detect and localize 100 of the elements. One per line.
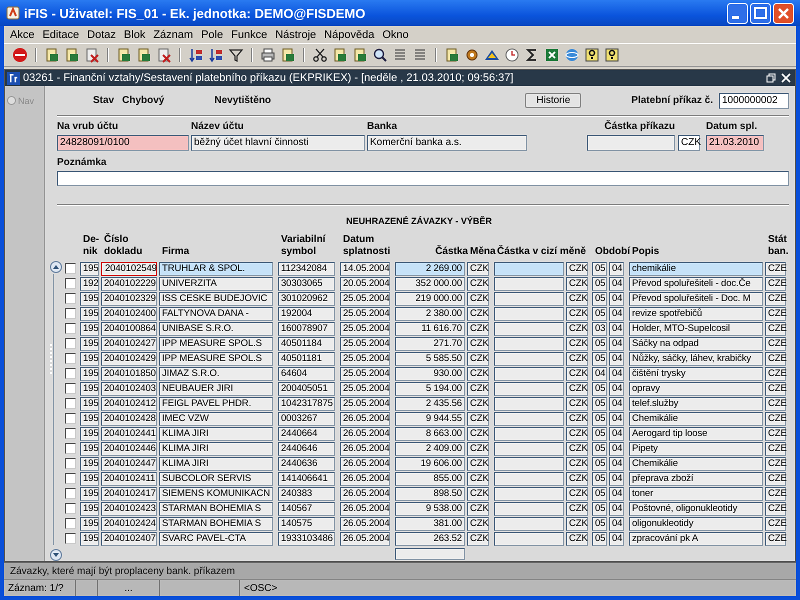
foreign-amount-cell[interactable] xyxy=(494,516,564,530)
due-date-cell[interactable]: 25.05.2004 xyxy=(340,352,390,366)
checkbox[interactable] xyxy=(65,383,76,394)
input-field[interactable]: běžný účet hlavní činnosti xyxy=(191,134,365,151)
currency-cell[interactable]: CZK xyxy=(566,456,588,470)
period-cell[interactable]: 04 xyxy=(609,366,624,380)
currency-cell[interactable]: CZK xyxy=(467,306,489,320)
checkbox[interactable] xyxy=(65,488,76,499)
document-number-cell[interactable]: 2040102441 xyxy=(101,426,157,440)
journal-cell[interactable]: 195 xyxy=(80,382,99,396)
period-cell[interactable]: 05 xyxy=(592,292,607,306)
period-cell[interactable]: 04 xyxy=(609,532,624,546)
description-cell[interactable]: chemikálie xyxy=(629,262,763,276)
printer-icon[interactable] xyxy=(260,47,276,63)
period-cell[interactable]: 04 xyxy=(609,292,624,306)
currency-cell[interactable]: CZK xyxy=(566,352,588,366)
period-cell[interactable]: 04 xyxy=(609,336,624,350)
clock-icon[interactable] xyxy=(504,47,520,63)
menu-item[interactable]: Editace xyxy=(42,28,80,40)
journal-cell[interactable]: 195 xyxy=(80,292,99,306)
due-date-cell[interactable]: 26.05.2004 xyxy=(340,426,390,440)
input-field[interactable]: 21.03.2010 xyxy=(706,134,764,151)
company-cell[interactable]: STARMAN BOHEMIA S xyxy=(159,516,273,530)
variable-symbol-cell[interactable]: 240383 xyxy=(278,486,335,500)
company-cell[interactable]: UNIBASE S.R.O. xyxy=(159,322,273,336)
checkbox[interactable] xyxy=(65,353,76,364)
period-cell[interactable]: 05 xyxy=(592,336,607,350)
currency-cell[interactable]: CZK xyxy=(467,276,489,290)
filter-icon[interactable] xyxy=(228,47,244,63)
currency-cell[interactable]: CZK xyxy=(467,336,489,350)
journal-cell[interactable]: 195 xyxy=(80,472,99,486)
due-date-cell[interactable]: 25.05.2004 xyxy=(340,322,390,336)
due-date-cell[interactable]: 26.05.2004 xyxy=(340,532,390,546)
checkbox[interactable] xyxy=(65,398,76,409)
variable-symbol-cell[interactable]: 140567 xyxy=(278,502,335,516)
period-cell[interactable]: 05 xyxy=(592,516,607,530)
amount-cell[interactable]: 855.00 xyxy=(395,472,465,486)
country-cell[interactable]: CZE xyxy=(765,516,786,530)
journal-cell[interactable]: 195 xyxy=(80,412,99,426)
document-number-cell[interactable]: 2040102417 xyxy=(101,486,157,500)
company-cell[interactable]: NEUBAUER JIRI xyxy=(159,382,273,396)
period-cell[interactable]: 05 xyxy=(592,262,607,276)
currency-cell[interactable]: CZK xyxy=(467,486,489,500)
checkbox[interactable] xyxy=(65,293,76,304)
period-cell[interactable]: 04 xyxy=(609,382,624,396)
country-cell[interactable]: CZE xyxy=(765,486,786,500)
company-cell[interactable]: JIMAZ S.R.O. xyxy=(159,366,273,380)
country-cell[interactable]: CZE xyxy=(765,412,786,426)
due-date-cell[interactable]: 26.05.2004 xyxy=(340,412,390,426)
amount-cell[interactable]: 930.00 xyxy=(395,366,465,380)
menu-item[interactable]: Akce xyxy=(10,28,34,40)
description-cell[interactable]: Chemikálie xyxy=(629,412,763,426)
period-cell[interactable]: 05 xyxy=(592,426,607,440)
checkbox[interactable] xyxy=(65,443,76,454)
variable-symbol-cell[interactable]: 2440646 xyxy=(278,442,335,456)
document-icon[interactable] xyxy=(332,47,348,63)
currency-cell[interactable]: CZK xyxy=(467,412,489,426)
amount-cell[interactable]: 352 000.00 xyxy=(395,276,465,290)
variable-symbol-cell[interactable]: 301020962 xyxy=(278,292,335,306)
period-cell[interactable]: 04 xyxy=(609,456,624,470)
order-number-field[interactable]: 1000000002 xyxy=(719,92,789,109)
description-cell[interactable]: oligonukleotidy xyxy=(629,516,763,530)
period-cell[interactable]: 04 xyxy=(609,502,624,516)
help-icon[interactable] xyxy=(604,47,620,63)
country-cell[interactable]: CZE xyxy=(765,322,786,336)
company-cell[interactable]: FALTYNOVA DANA - xyxy=(159,306,273,320)
currency-cell[interactable]: CZK xyxy=(566,396,588,410)
document-number-cell[interactable]: 2040102400 xyxy=(101,306,157,320)
period-cell[interactable]: 03 xyxy=(592,322,607,336)
currency-cell[interactable]: CZK xyxy=(566,502,588,516)
checkbox[interactable] xyxy=(65,413,76,424)
description-cell[interactable]: opravy xyxy=(629,382,763,396)
journal-cell[interactable]: 195 xyxy=(80,426,99,440)
checkbox[interactable] xyxy=(65,473,76,484)
variable-symbol-cell[interactable]: 1042317875 xyxy=(278,396,335,410)
description-cell[interactable]: Aerogard tip loose xyxy=(629,426,763,440)
document-number-cell[interactable]: 2040102329 xyxy=(101,292,157,306)
document-icon[interactable] xyxy=(64,47,80,63)
document-number-cell[interactable]: 2040102428 xyxy=(101,412,157,426)
document-number-cell[interactable]: 2040102412 xyxy=(101,396,157,410)
journal-cell[interactable]: 195 xyxy=(80,486,99,500)
variable-symbol-cell[interactable]: 1933103486 xyxy=(278,532,335,546)
description-cell[interactable]: Poštovné, oligonukleotidy xyxy=(629,502,763,516)
period-cell[interactable]: 04 xyxy=(609,276,624,290)
description-cell[interactable]: Sáčky na odpad xyxy=(629,336,763,350)
period-cell[interactable]: 05 xyxy=(592,396,607,410)
checkbox[interactable] xyxy=(65,533,76,544)
menu-item[interactable]: Nástroje xyxy=(275,28,316,40)
variable-symbol-cell[interactable]: 0003267 xyxy=(278,412,335,426)
foreign-amount-cell[interactable] xyxy=(494,486,564,500)
menu-item[interactable]: Nápověda xyxy=(324,28,374,40)
variable-symbol-cell[interactable]: 64604 xyxy=(278,366,335,380)
journal-cell[interactable]: 195 xyxy=(80,322,99,336)
journal-cell[interactable]: 195 xyxy=(80,532,99,546)
company-cell[interactable]: TRUHLAR & SPOL. xyxy=(159,262,273,276)
currency-cell[interactable]: CZK xyxy=(467,366,489,380)
currency-cell[interactable]: CZK xyxy=(467,262,489,276)
currency-cell[interactable]: CZK xyxy=(467,382,489,396)
checkbox[interactable] xyxy=(65,368,76,379)
checkbox[interactable] xyxy=(65,323,76,334)
